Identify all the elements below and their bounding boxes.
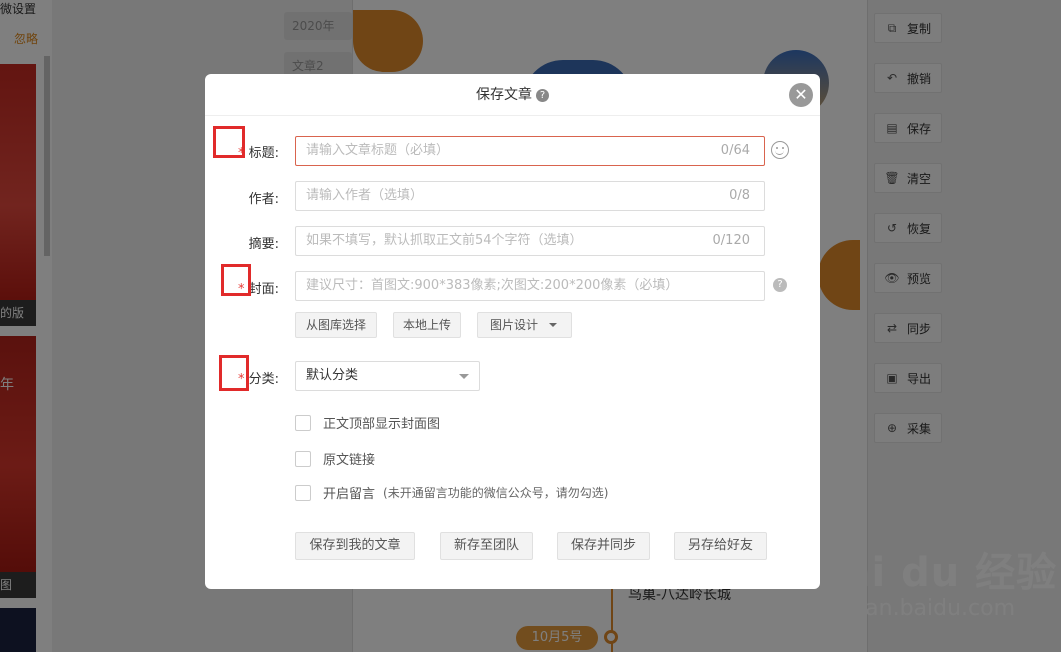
summary-input[interactable]: 如果不填写，默认抓取正文前54个字符（选填） 0/120 xyxy=(295,226,765,256)
title-placeholder: 请输入文章标题（必填） xyxy=(306,143,450,158)
enable-comment-label: 开启留言 xyxy=(323,487,376,502)
save-and-sync-button[interactable]: 保存并同步 xyxy=(557,532,650,560)
title-input[interactable]: 请输入文章标题（必填） 0/64 xyxy=(295,136,765,166)
show-cover-checkbox[interactable] xyxy=(295,414,311,431)
summary-counter: 0/120 xyxy=(712,233,750,248)
choose-from-library-button[interactable]: 从图库选择 xyxy=(295,312,377,338)
cover-placeholder: 建议尺寸：首图文:900*383像素;次图文:200*200像素（必填） xyxy=(306,278,679,293)
summary-label: 摘要: xyxy=(248,237,279,252)
show-cover-option[interactable]: 正文顶部显示封面图 xyxy=(295,413,440,432)
chevron-down-icon xyxy=(549,323,557,327)
chevron-down-icon xyxy=(459,374,469,379)
author-label: 作者: xyxy=(248,192,279,207)
save-to-friend-button[interactable]: 另存给好友 xyxy=(674,532,767,560)
help-icon[interactable]: ? xyxy=(536,88,549,102)
title-counter: 0/64 xyxy=(720,143,750,158)
cover-input[interactable]: 建议尺寸：首图文:900*383像素;次图文:200*200像素（必填） xyxy=(295,271,765,301)
enable-comment-checkbox[interactable] xyxy=(295,484,311,501)
enable-comment-option[interactable]: 开启留言 (未开通留言功能的微信公众号，请勿勾选) xyxy=(295,483,608,502)
image-design-dropdown[interactable]: 图片设计 xyxy=(477,312,572,338)
close-button[interactable]: ✕ xyxy=(789,83,813,107)
dialog-header: 保存文章? xyxy=(205,74,820,116)
dialog-title: 保存文章 xyxy=(476,87,532,103)
author-counter: 0/8 xyxy=(729,188,750,203)
original-link-checkbox[interactable] xyxy=(295,450,311,467)
category-select[interactable]: 默认分类 xyxy=(295,361,480,391)
original-link-label: 原文链接 xyxy=(323,453,376,468)
cover-help-icon[interactable]: ? xyxy=(773,278,787,292)
annotation-box xyxy=(221,264,251,296)
emoji-icon[interactable] xyxy=(771,141,789,159)
save-article-dialog: 保存文章? ✕ * 标题: 请输入文章标题（必填） 0/64 作者: 请输入作者… xyxy=(205,74,820,589)
original-link-option[interactable]: 原文链接 xyxy=(295,449,375,468)
local-upload-button[interactable]: 本地上传 xyxy=(393,312,461,338)
comment-hint: (未开通留言功能的微信公众号，请勿勾选) xyxy=(383,486,609,500)
author-placeholder: 请输入作者（选填） xyxy=(306,188,424,203)
category-value: 默认分类 xyxy=(306,368,359,383)
save-to-my-articles-button[interactable]: 保存到我的文章 xyxy=(295,532,415,560)
summary-placeholder: 如果不填写，默认抓取正文前54个字符（选填） xyxy=(306,233,583,248)
image-design-label: 图片设计 xyxy=(490,318,539,332)
annotation-box xyxy=(213,126,245,158)
save-to-team-button[interactable]: 新存至团队 xyxy=(440,532,533,560)
author-input[interactable]: 请输入作者（选填） 0/8 xyxy=(295,181,765,211)
show-cover-label: 正文顶部显示封面图 xyxy=(323,417,441,432)
annotation-box xyxy=(219,355,249,391)
